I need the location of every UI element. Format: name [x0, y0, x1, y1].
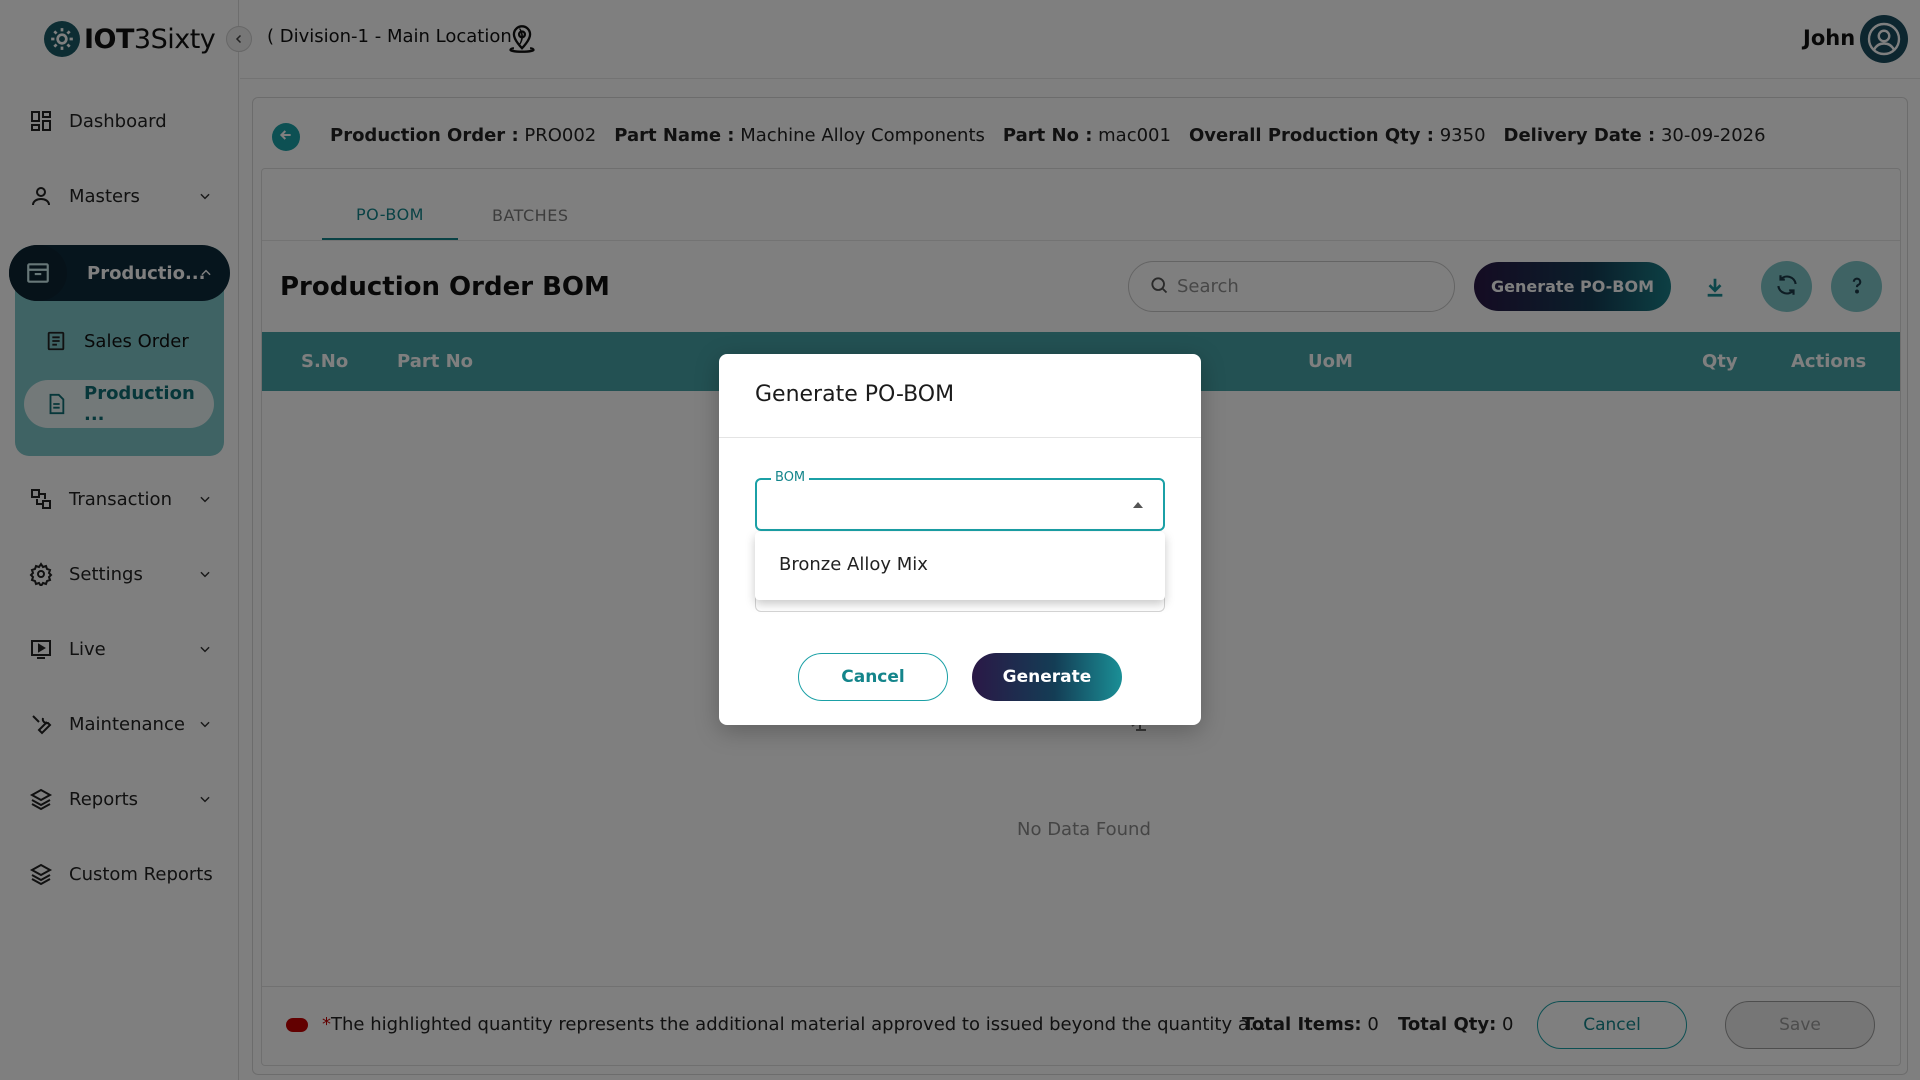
generate-po-bom-dialog: Generate PO-BOM BOM Bronze Alloy Mix Can… [719, 354, 1201, 725]
dropdown-option[interactable]: Bronze Alloy Mix [779, 554, 928, 575]
dialog-generate-button[interactable]: Generate [972, 653, 1122, 701]
dialog-title: Generate PO-BOM [755, 382, 955, 407]
bom-dropdown-menu: Bronze Alloy Mix [755, 532, 1165, 600]
dialog-cancel-button[interactable]: Cancel [798, 653, 948, 701]
bom-field-label: BOM [771, 470, 810, 485]
dialog-divider [719, 437, 1201, 438]
caret-up-icon [1133, 502, 1143, 508]
bom-select[interactable]: BOM [755, 470, 1165, 531]
